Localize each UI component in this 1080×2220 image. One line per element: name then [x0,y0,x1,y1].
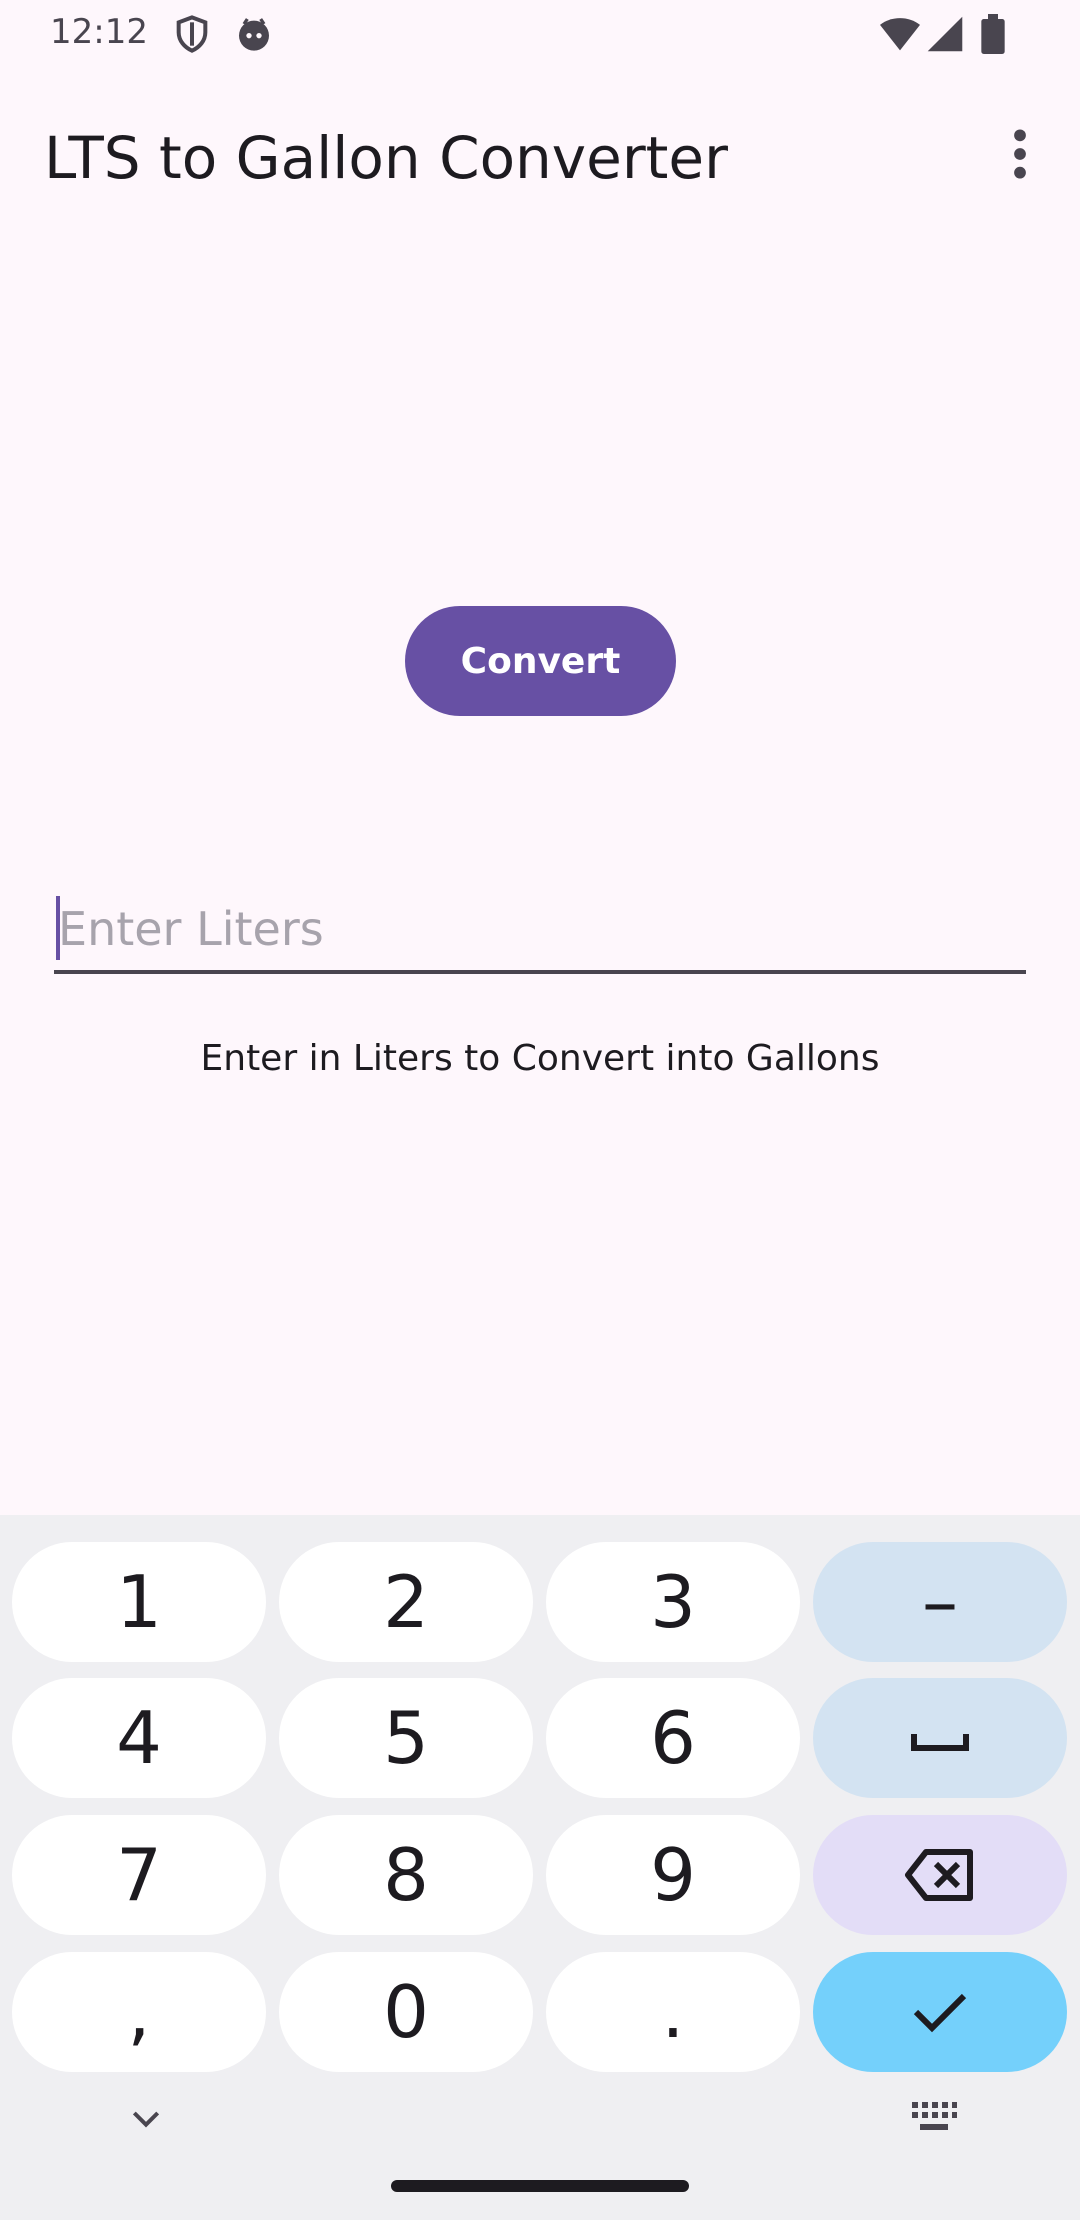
helper-text: Enter in Liters to Convert into Gallons [200,1038,880,1079]
check-icon [913,1993,967,2033]
key-done[interactable] [813,1952,1067,2072]
text-cursor [56,896,60,960]
liters-input-container[interactable] [54,888,1026,974]
key-2[interactable]: 2 [279,1542,533,1662]
status-time: 12:12 [50,12,148,52]
key-1[interactable]: 1 [12,1542,266,1662]
key-9[interactable]: 9 [546,1815,800,1935]
chevron-down-icon [132,2111,160,2128]
wifi-icon [878,14,922,59]
key-minus[interactable]: – [813,1542,1067,1662]
hide-keyboard-button[interactable] [126,2098,166,2143]
backspace-icon [905,1849,973,1901]
key-4[interactable]: 4 [12,1678,266,1798]
home-indicator[interactable] [391,2180,689,2192]
key-8[interactable]: 8 [279,1815,533,1935]
key-0[interactable]: 0 [279,1952,533,2072]
more-vert-icon [1014,129,1026,179]
keyboard-icon [912,2102,957,2130]
numeric-keyboard: 1 2 3 – 4 5 6 7 8 9 , 0 . [0,1515,1080,2220]
battery-icon [980,14,1006,59]
key-7[interactable]: 7 [12,1815,266,1935]
app-bar: LTS to Gallon Converter [0,100,1080,212]
more-options-button[interactable] [988,122,1052,186]
shield-icon [172,14,212,59]
key-period[interactable]: . [546,1952,800,2072]
key-backspace[interactable] [813,1815,1067,1935]
convert-button[interactable]: Convert [405,606,676,716]
app-title: LTS to Gallon Converter [44,124,728,192]
signal-icon [926,14,964,59]
switch-keyboard-button[interactable] [910,2100,958,2141]
liters-input[interactable] [54,888,1026,970]
status-bar: 12:12 [0,0,1080,66]
key-space[interactable] [813,1678,1067,1798]
key-6[interactable]: 6 [546,1678,800,1798]
space-icon [911,1734,969,1751]
key-5[interactable]: 5 [279,1678,533,1798]
key-3[interactable]: 3 [546,1542,800,1662]
app-notification-icon [234,14,274,59]
key-comma[interactable]: , [12,1952,266,2072]
